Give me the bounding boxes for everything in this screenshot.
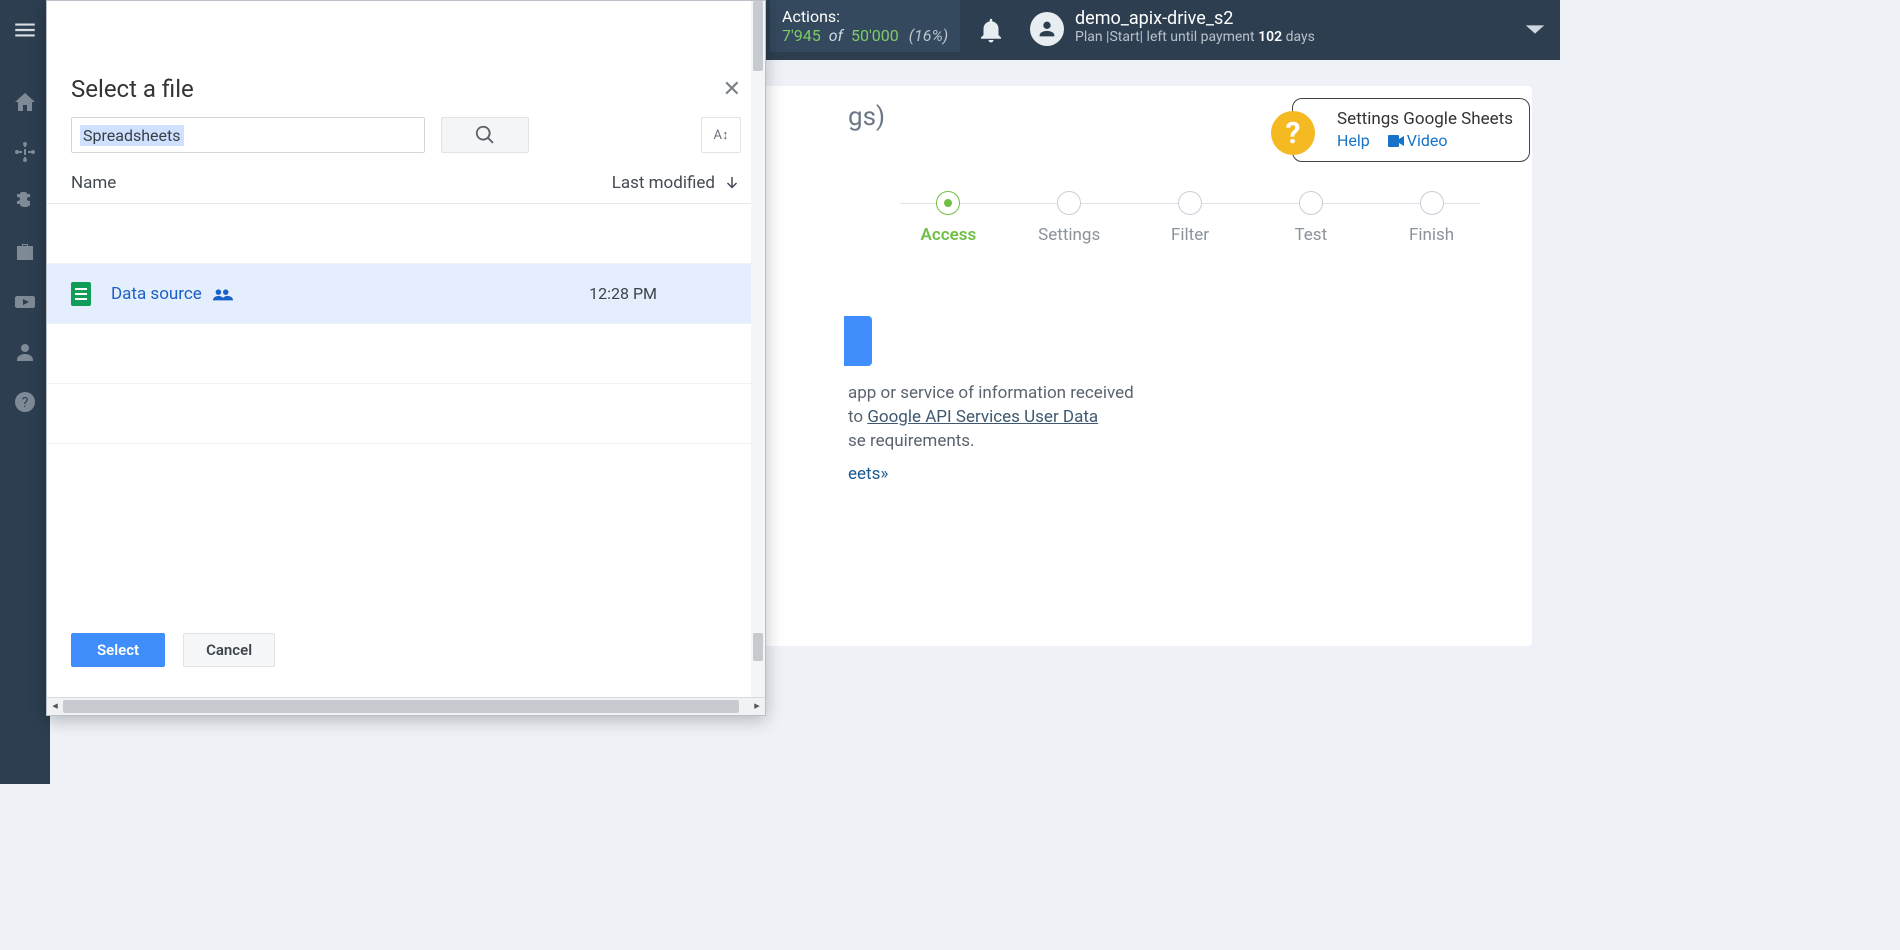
picker-footer: Select Cancel	[47, 619, 765, 697]
help-link[interactable]: Help	[1337, 131, 1370, 150]
sort-button[interactable]: A↕	[701, 117, 741, 153]
picker-top-gap	[47, 1, 765, 65]
page-title-fragment: gs)	[848, 102, 885, 132]
step-access[interactable]: Access	[888, 191, 1009, 245]
policy-line: to	[848, 407, 867, 427]
link-arrows: »	[880, 464, 888, 484]
menu-icon[interactable]	[0, 0, 50, 60]
step-label: Access	[921, 225, 977, 245]
actions-used: 7'945	[782, 26, 821, 45]
policy-link[interactable]: Google API Services User Data	[867, 407, 1098, 427]
sheets-link-fragment[interactable]: eets»	[848, 464, 888, 484]
avatar-icon[interactable]	[1030, 12, 1064, 46]
shared-icon	[212, 287, 234, 301]
picker-row-empty	[47, 204, 765, 264]
picker-row-empty	[47, 324, 765, 384]
picker-rows: Data source 12:28 PM	[47, 204, 765, 619]
plan-info: Plan |Start| left until payment 102 days	[1075, 29, 1315, 45]
cancel-button[interactable]: Cancel	[183, 633, 275, 667]
billing-icon[interactable]	[13, 190, 37, 214]
search-input[interactable]: Spreadsheets	[71, 117, 425, 153]
profile-icon[interactable]	[13, 340, 37, 364]
select-button[interactable]: Select	[71, 633, 165, 667]
search-icon	[474, 124, 496, 146]
chevron-down-icon[interactable]	[1524, 22, 1546, 41]
left-sidebar: ?	[0, 60, 50, 784]
picker-toolbar: Spreadsheets A↕	[47, 103, 765, 163]
help-icon[interactable]: ?	[13, 390, 37, 414]
question-icon: ?	[1271, 111, 1315, 155]
help-bubble: ? Settings Google Sheets Help Video	[1292, 98, 1530, 162]
horizontal-scrollbar[interactable]: ◂▸	[47, 697, 765, 715]
file-name: Data source	[111, 284, 202, 304]
step-settings[interactable]: Settings	[1009, 191, 1130, 245]
actions-counter: Actions: 7'945 of 50'000 (16%)	[770, 0, 960, 52]
col-name[interactable]: Name	[71, 173, 612, 193]
video-link[interactable]: Video	[1407, 131, 1448, 150]
vertical-scrollbar[interactable]	[751, 1, 765, 697]
plan-prefix: Plan |Start| left until payment	[1075, 29, 1258, 45]
step-filter[interactable]: Filter	[1130, 191, 1251, 245]
step-label: Filter	[1171, 225, 1209, 245]
policy-line: se requirements.	[848, 430, 1134, 454]
youtube-icon[interactable]	[13, 290, 37, 314]
actions-pct: (16%)	[909, 26, 949, 45]
search-value: Spreadsheets	[80, 125, 184, 146]
step-label: Finish	[1409, 225, 1454, 245]
link-text: eets	[848, 464, 880, 484]
picker-row-empty	[47, 384, 765, 444]
step-finish[interactable]: Finish	[1371, 191, 1492, 245]
picker-title: Select a file	[71, 75, 194, 103]
connections-icon[interactable]	[13, 140, 37, 164]
briefcase-icon[interactable]	[13, 240, 37, 264]
svg-text:?: ?	[22, 395, 29, 411]
plan-days: 102	[1258, 29, 1282, 45]
step-label: Settings	[1038, 225, 1100, 245]
close-icon[interactable]: ✕	[723, 77, 741, 102]
step-label: Test	[1294, 225, 1327, 245]
col-modified[interactable]: Last modified	[612, 173, 741, 193]
step-track: Access Settings Filter Test Finish	[888, 191, 1492, 245]
home-icon[interactable]	[13, 90, 37, 114]
sort-icon: A↕	[714, 127, 729, 143]
step-test[interactable]: Test	[1250, 191, 1371, 245]
search-button[interactable]	[441, 117, 529, 153]
video-icon	[1388, 132, 1404, 151]
username: demo_apix-drive_s2	[1075, 8, 1315, 29]
actions-limit: 50'000	[851, 26, 899, 45]
arrow-down-icon	[723, 174, 741, 192]
file-time: 12:28 PM	[589, 284, 657, 303]
user-block[interactable]: demo_apix-drive_s2 Plan |Start| left unt…	[1075, 8, 1315, 45]
policy-line: app or service of information received	[848, 382, 1134, 406]
picker-columns: Name Last modified	[47, 163, 765, 204]
sheets-icon	[71, 282, 91, 306]
picker-header: Select a file ✕	[47, 65, 765, 103]
policy-text: app or service of information received t…	[848, 382, 1134, 453]
actions-of: of	[829, 26, 843, 45]
col-modified-label: Last modified	[612, 173, 715, 193]
file-picker-modal: Select a file ✕ Spreadsheets A↕ Name Las…	[46, 0, 766, 716]
button-fragment[interactable]	[844, 316, 872, 366]
plan-days-suffix: days	[1282, 29, 1315, 45]
notifications-icon[interactable]	[976, 15, 1006, 49]
actions-label: Actions:	[782, 7, 948, 26]
picker-row[interactable]: Data source 12:28 PM	[47, 264, 765, 324]
help-title: Settings Google Sheets	[1337, 109, 1513, 129]
